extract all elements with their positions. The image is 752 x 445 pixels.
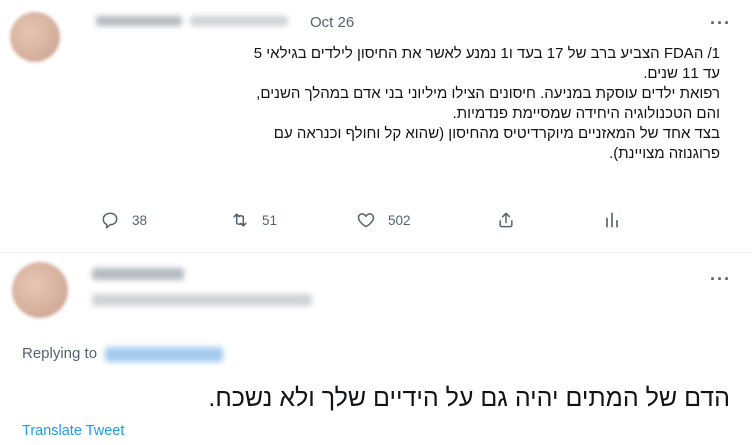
share-button[interactable] xyxy=(496,210,528,230)
replying-to-label: Replying to xyxy=(22,345,98,362)
more-dots-icon[interactable]: ··· xyxy=(710,14,731,32)
retweet-button[interactable]: 51 xyxy=(230,210,277,230)
retweet-icon xyxy=(233,213,247,227)
tweet-line: רפואת ילדים עוסקת במניעה. חיסונים הצילו … xyxy=(256,85,720,102)
tweet-divider xyxy=(0,252,752,253)
reply-author-name[interactable] xyxy=(92,268,184,280)
author-handle[interactable] xyxy=(190,16,288,26)
tweet-line: בצד אחד של המאזניים מיוקרדיטיס מהחיסון (… xyxy=(273,125,720,142)
reply-author-handle[interactable] xyxy=(92,294,312,306)
tweet-line: פרוגנוזה מצויינת). xyxy=(609,145,720,162)
more-dots-icon[interactable]: ··· xyxy=(710,270,731,288)
like-count: 502 xyxy=(388,212,411,228)
tweet-line: והם הטכנולוגיה היחידה שמסיימת פנדמיות. xyxy=(452,105,720,122)
reply-avatar[interactable] xyxy=(12,262,68,318)
reply-count: 38 xyxy=(132,212,148,228)
reply-button[interactable]: 38 xyxy=(100,210,147,230)
like-button[interactable]: 502 xyxy=(356,210,411,230)
heart-icon xyxy=(357,213,375,228)
translate-tweet-link[interactable]: Translate Tweet xyxy=(22,423,124,439)
author-name[interactable] xyxy=(96,16,182,26)
tweet-body: 1/ הFDA הצביע ברב של 17 בעד ו1 נמנע לאשר… xyxy=(80,44,720,164)
tweet-line: עד 11 שנים. xyxy=(643,65,720,82)
analytics-button[interactable] xyxy=(602,210,634,230)
analytics-icon xyxy=(606,212,618,228)
share-icon xyxy=(499,212,513,228)
replying-to-handle[interactable] xyxy=(105,346,224,362)
avatar[interactable] xyxy=(10,12,60,62)
tweet-line: 1/ הFDA הצביע ברב של 17 בעד ו1 נמנע לאשר… xyxy=(253,45,720,62)
reply-text: הדם של המתים יהיה גם על הידיים שלך ולא נ… xyxy=(208,384,730,412)
tweet-date[interactable]: Oct 26 xyxy=(310,14,354,31)
retweet-count: 51 xyxy=(262,212,278,228)
reply-icon xyxy=(102,212,118,230)
replying-to: Replying to xyxy=(22,345,224,362)
